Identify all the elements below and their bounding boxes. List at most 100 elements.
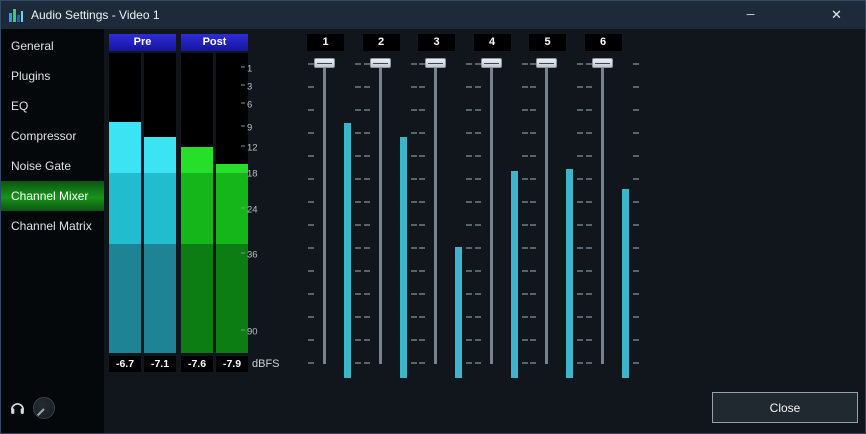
sidebar: General Plugins EQ Compressor Noise Gate Chan… [1,29,104,433]
app-icon [8,7,24,23]
channel-strip-2: 2 [354,34,418,380]
sidebar-item-channel-mixer[interactable]: Channel Mixer [1,181,104,211]
channel-level-meter [455,63,462,378]
fader-ticks-left [419,63,425,364]
sidebar-item-eq[interactable]: EQ [1,91,104,121]
sidebar-item-general[interactable]: General [1,31,104,61]
fader-track[interactable] [490,63,493,364]
window-title: Audio Settings - Video 1 [31,8,160,22]
meter-group-label-post: Post [181,34,248,51]
scale-number: 12 [247,143,258,154]
scale-number: 90 [247,327,258,338]
fader-ticks-left [364,63,370,364]
channel-number: 2 [363,34,400,51]
scale-tick [241,146,245,147]
meter-scale-label: 9 [241,123,252,134]
vu-meter [144,53,176,353]
vu-meter-unlit [144,53,176,137]
meter-readout: -7.1 [144,356,176,372]
close-button[interactable]: Close [712,392,858,423]
fader-track[interactable] [545,63,548,364]
sidebar-item-plugins[interactable]: Plugins [1,61,104,91]
audio-settings-window: Audio Settings - Video 1 ─ ✕ General Plug… [0,0,866,434]
scale-number: 1 [247,63,252,74]
titlebar: Audio Settings - Video 1 ─ ✕ [1,1,865,29]
dbfs-unit-label: dBFS [252,358,280,370]
scale-tick [241,330,245,331]
sidebar-item-channel-matrix[interactable]: Channel Matrix [1,211,104,241]
channel-level-meter [344,63,351,378]
fader-handle[interactable] [481,58,502,68]
channel-level-fill [455,247,462,378]
channel-level-fill [566,169,573,378]
fader-ticks-left [475,63,481,364]
meter-readout: -6.7 [109,356,141,372]
meter-scale-label: 6 [241,99,252,110]
sidebar-item-label: Channel Mixer [11,189,88,203]
meter-scale-label: 3 [241,81,252,92]
knob-indicator [37,408,45,416]
fader-handle[interactable] [536,58,557,68]
channel-level-meter [622,63,629,378]
fader-ticks-left [308,63,314,364]
channel-strip-6: 6 [576,34,640,380]
fader-ticks-right [633,63,639,364]
channel-number: 1 [307,34,344,51]
fader-handle[interactable] [592,58,613,68]
fader-handle[interactable] [314,58,335,68]
sidebar-item-compressor[interactable]: Compressor [1,121,104,151]
headphone-volume-knob[interactable] [33,397,55,419]
channel-number: 6 [585,34,622,51]
channel-number: 5 [529,34,566,51]
channel-strip-4: 4 [465,34,529,380]
scale-tick [241,66,245,67]
channel-level-meter [511,63,518,378]
meter-scale-label: 1 [241,63,252,74]
fader-handle[interactable] [425,58,446,68]
scale-number: 18 [247,168,258,179]
scale-number: 6 [247,99,252,110]
channel-level-fill [400,137,407,378]
close-window-button[interactable]: ✕ [814,1,859,29]
scale-number: 9 [247,123,252,134]
fader-track[interactable] [379,63,382,364]
vu-meter [109,53,141,353]
vu-meter [181,53,213,353]
scale-tick [241,84,245,85]
meter-scale-label: 24 [241,204,258,215]
scale-tick [241,102,245,103]
channel-level-fill [622,189,629,378]
fader-handle[interactable] [370,58,391,68]
fader-track[interactable] [601,63,604,364]
meter-scale-label: 90 [241,327,258,338]
channel-strip-5: 5 [520,34,584,380]
channel-strip-3: 3 [409,34,473,380]
minimize-button[interactable]: ─ [728,1,773,29]
channel-level-fill [344,123,351,378]
channel-level-fill [511,171,518,378]
channel-strip-1: 1 [298,34,362,380]
meter-scale-label: 18 [241,168,258,179]
scale-tick [241,207,245,208]
sidebar-item-label: Noise Gate [11,159,71,173]
headphones-icon[interactable] [9,399,26,416]
sidebar-item-label: General [11,39,54,53]
meter-group-label-pre: Pre [109,34,176,51]
vu-meter-unlit [109,53,141,122]
fader-ticks-left [586,63,592,364]
meter-readout: -7.6 [181,356,213,372]
sidebar-item-label: EQ [11,99,28,113]
channel-level-meter [400,63,407,378]
meter-scale-label: 36 [241,249,258,260]
vu-meter-unlit [181,53,213,147]
fader-track[interactable] [323,63,326,364]
meter-scale-label: 12 [241,143,258,154]
scale-number: 3 [247,81,252,92]
scale-tick [241,126,245,127]
meter-readout: -7.9 [216,356,248,372]
sidebar-item-label: Plugins [11,69,50,83]
fader-track[interactable] [434,63,437,364]
sidebar-item-noise-gate[interactable]: Noise Gate [1,151,104,181]
channel-number: 4 [474,34,511,51]
scale-number: 36 [247,249,258,260]
